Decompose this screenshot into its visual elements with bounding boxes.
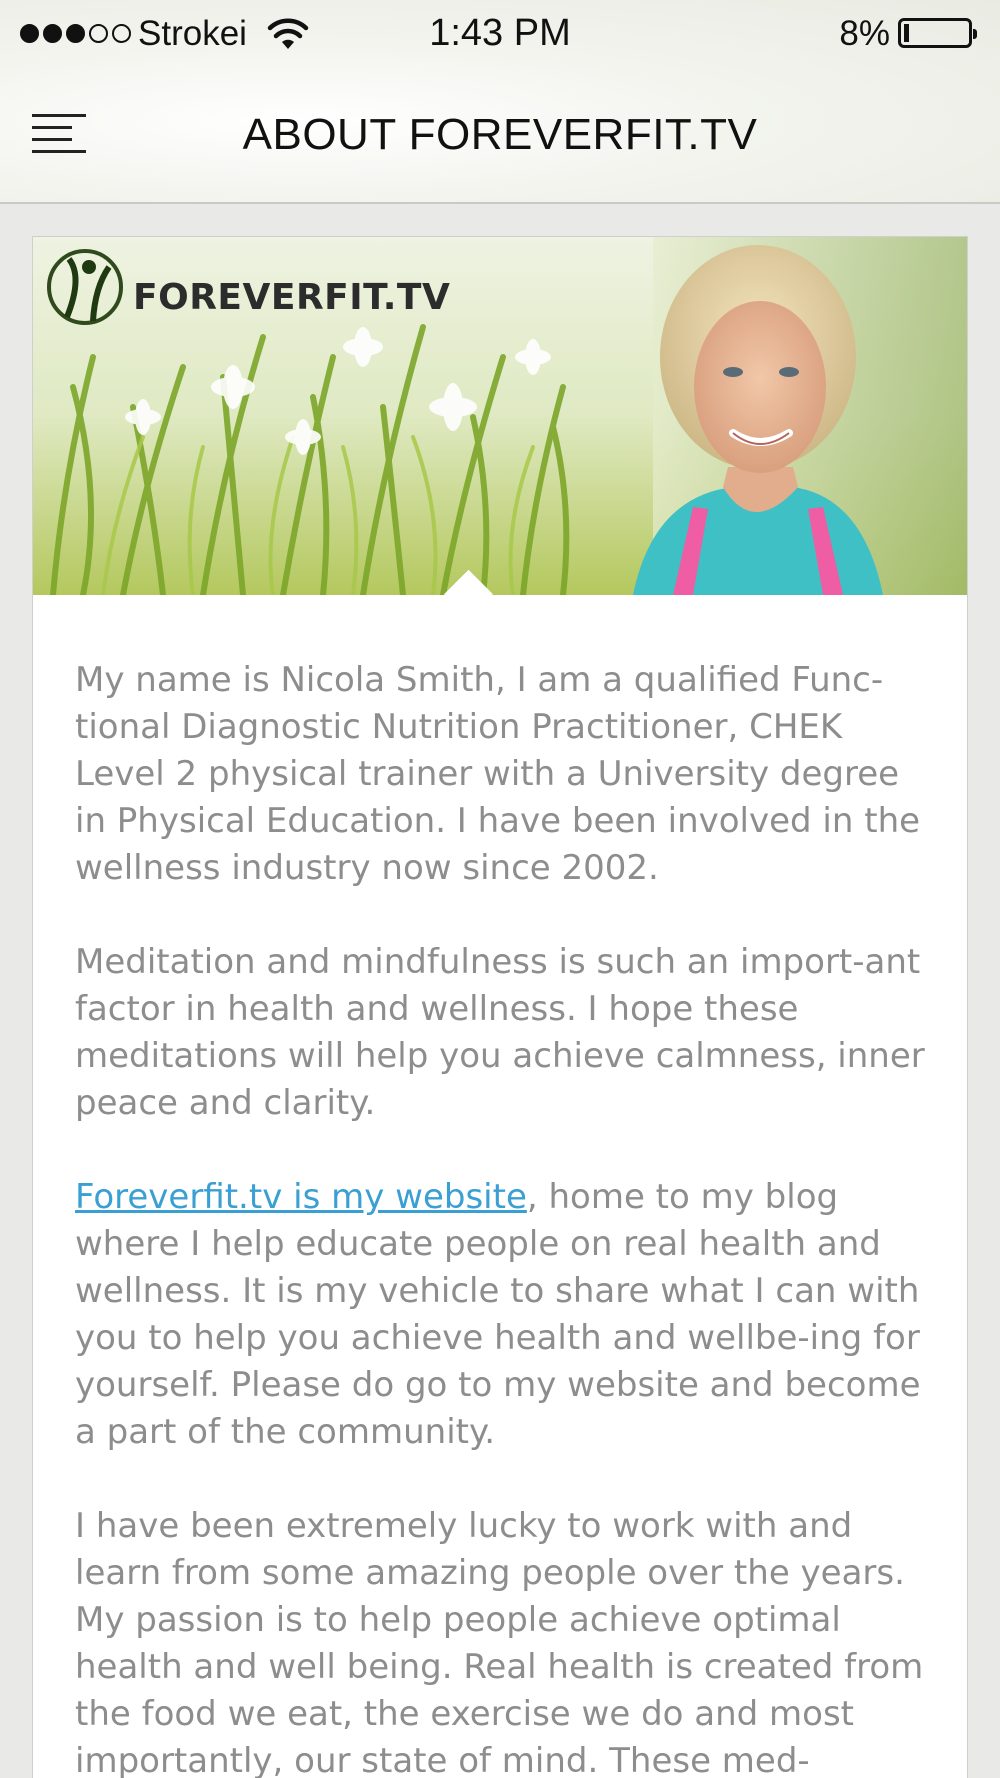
page-title: ABOUT FOREVERFIT.TV bbox=[242, 110, 758, 159]
website-link[interactable]: Foreverfit.tv is my website bbox=[75, 1177, 527, 1217]
battery-level bbox=[904, 24, 909, 42]
about-paragraph: My name is Nicola Smith, I am a qualifie… bbox=[75, 660, 921, 888]
about-text: My name is Nicola Smith, I am a qualifie… bbox=[75, 657, 927, 1778]
top-chrome: Strokei 1:43 PM 8% ABOUT FOREVERFIT.TV bbox=[0, 0, 1000, 204]
app-screen: Strokei 1:43 PM 8% ABOUT FOREVERFIT.TV F… bbox=[0, 0, 1000, 1778]
about-paragraph: Foreverfit.tv is my website, home to my … bbox=[75, 1174, 927, 1456]
about-paragraph: Meditation and mindfulness is such an im… bbox=[75, 942, 925, 1123]
battery-percentage: 8% bbox=[839, 14, 890, 53]
about-card: FOREVERFIT.TV My name is Nicola Smith, I… bbox=[32, 236, 968, 1778]
banner-illustration: FOREVERFIT.TV bbox=[33, 237, 967, 595]
status-bar: Strokei 1:43 PM 8% bbox=[0, 0, 1000, 70]
banner-logo-text: FOREVERFIT.TV bbox=[133, 277, 450, 318]
about-paragraph-text: , home to my blog where I help educate p… bbox=[75, 1177, 921, 1452]
about-paragraph: I have been extremely lucky to work with… bbox=[75, 1506, 924, 1778]
navigation-bar: ABOUT FOREVERFIT.TV bbox=[0, 80, 1000, 190]
battery-icon bbox=[898, 18, 977, 48]
header-banner-image: FOREVERFIT.TV bbox=[33, 237, 967, 595]
